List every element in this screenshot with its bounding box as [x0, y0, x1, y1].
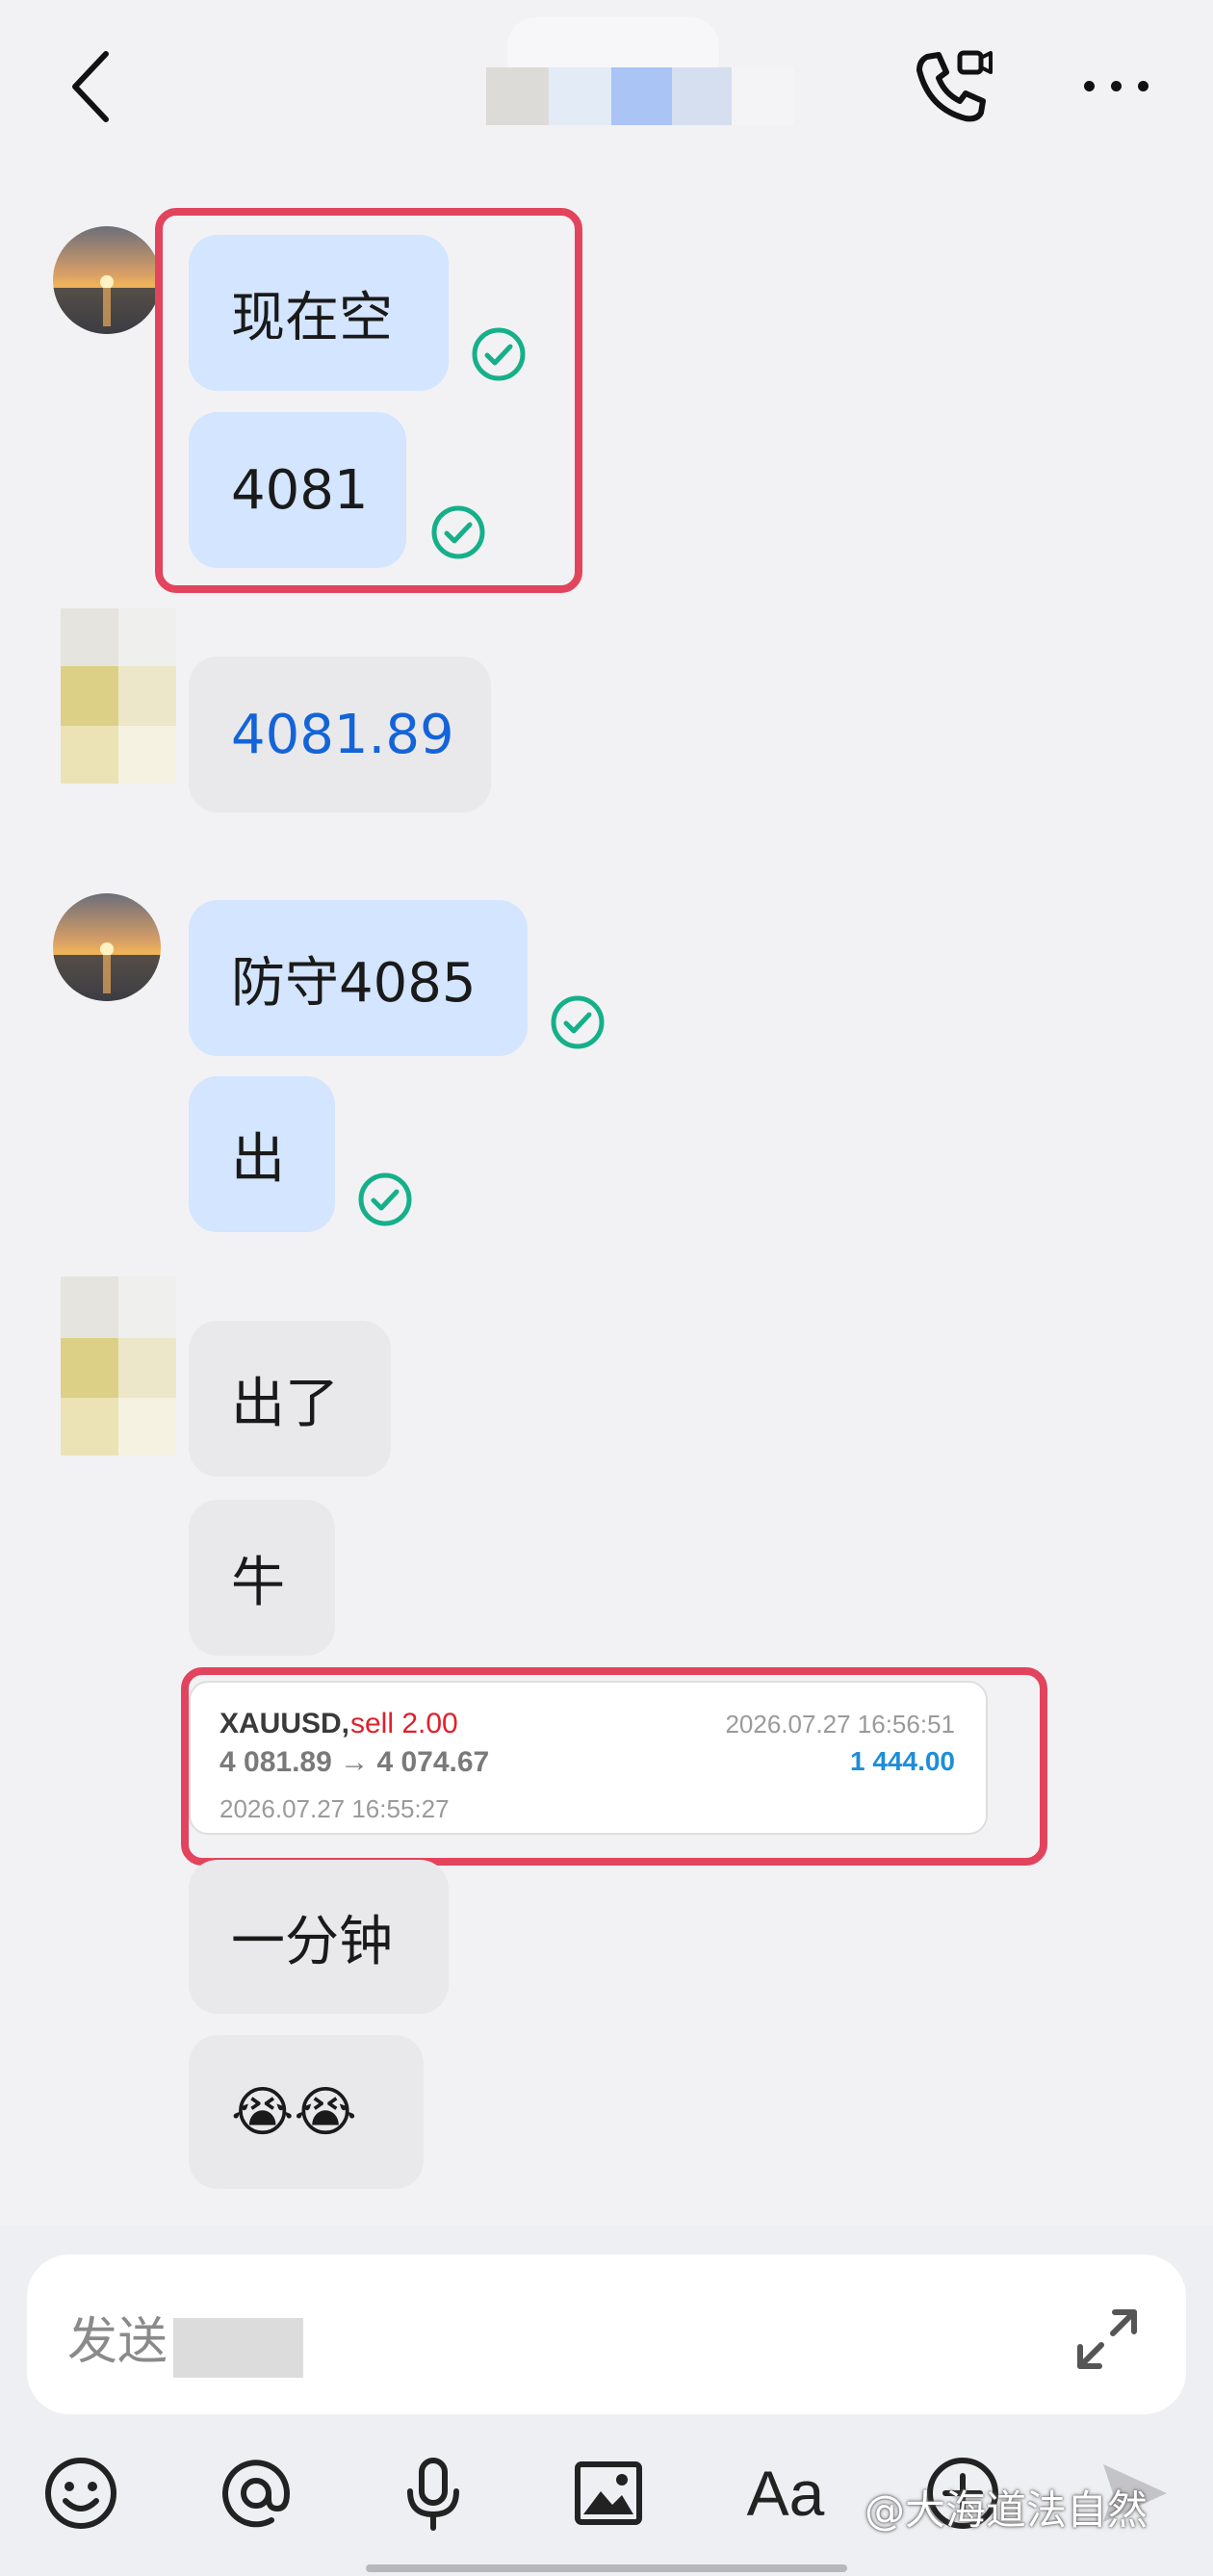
font-icon: Aa	[746, 2458, 825, 2529]
emoji-button[interactable]	[35, 2447, 127, 2539]
home-indicator	[366, 2564, 847, 2572]
message-bubble[interactable]: 出了	[189, 1321, 391, 1477]
expand-button[interactable]	[1069, 2301, 1146, 2378]
my-avatar[interactable]	[53, 893, 161, 1001]
input-placeholder: 发送	[67, 2313, 168, 2371]
placeholder-blurred	[173, 2318, 303, 2378]
trade-profit: 1 444.00	[850, 1746, 955, 1776]
read-check-icon	[358, 1172, 412, 1226]
message-bubble[interactable]: 防守4085	[189, 900, 528, 1056]
trade-record-card[interactable]: XAUUSD, sell 2.00 4 081.89 → 4 074.67 20…	[189, 1681, 988, 1835]
phone-video-icon	[916, 50, 993, 122]
message-bubble[interactable]: 出	[189, 1076, 335, 1232]
chevron-left-icon	[72, 51, 109, 122]
microphone-icon	[407, 2458, 459, 2531]
font-button[interactable]: Aa	[739, 2447, 832, 2539]
trade-close-time: 2026.07.27 16:56:51	[725, 1710, 955, 1739]
message-bubble[interactable]: 现在空	[189, 235, 449, 391]
message-text: 现在空	[231, 286, 393, 349]
message-text: 牛	[231, 1551, 285, 1614]
voice-button[interactable]	[387, 2447, 479, 2539]
image-icon	[575, 2461, 642, 2525]
message-text: 😭😭	[231, 2080, 357, 2144]
contact-name-blurred	[486, 0, 804, 135]
message-text: 出了	[231, 1372, 339, 1435]
contact-avatar[interactable]	[53, 608, 176, 801]
message-text: 4081.89	[231, 703, 454, 766]
message-bubble[interactable]: 牛	[189, 1500, 335, 1656]
expand-icon	[1077, 2309, 1137, 2369]
contact-avatar[interactable]	[53, 1276, 176, 1469]
mention-icon	[222, 2460, 291, 2528]
read-check-icon	[551, 995, 605, 1049]
back-button[interactable]	[58, 43, 125, 130]
message-bubble[interactable]: 一分钟	[189, 1860, 449, 2014]
my-avatar[interactable]	[53, 226, 161, 334]
image-button[interactable]	[562, 2447, 655, 2539]
read-check-icon	[431, 505, 485, 559]
trade-symbol: XAUUSD,	[219, 1708, 350, 1739]
message-bubble[interactable]: 😭😭	[189, 2035, 424, 2189]
message-text: 一分钟	[231, 1910, 393, 1973]
more-horizontal-icon	[1078, 58, 1155, 116]
message-bubble[interactable]: 4081	[189, 412, 406, 568]
read-check-icon	[472, 327, 526, 381]
more-button[interactable]	[1078, 58, 1155, 116]
mention-button[interactable]	[210, 2447, 302, 2539]
message-text: 防守4085	[231, 951, 477, 1015]
emoji-icon	[45, 2458, 116, 2529]
trade-open-time: 2026.07.27 16:55:27	[219, 1794, 450, 1823]
call-button[interactable]	[910, 43, 996, 130]
watermark: @大海道法自然	[865, 2486, 1148, 2534]
message-text: 4081	[231, 458, 369, 522]
trade-side: sell 2.00	[350, 1708, 458, 1739]
message-bubble[interactable]: 4081.89	[189, 657, 491, 812]
message-text: 出	[231, 1127, 285, 1191]
trade-prices: 4 081.89 → 4 074.67	[219, 1746, 490, 1778]
